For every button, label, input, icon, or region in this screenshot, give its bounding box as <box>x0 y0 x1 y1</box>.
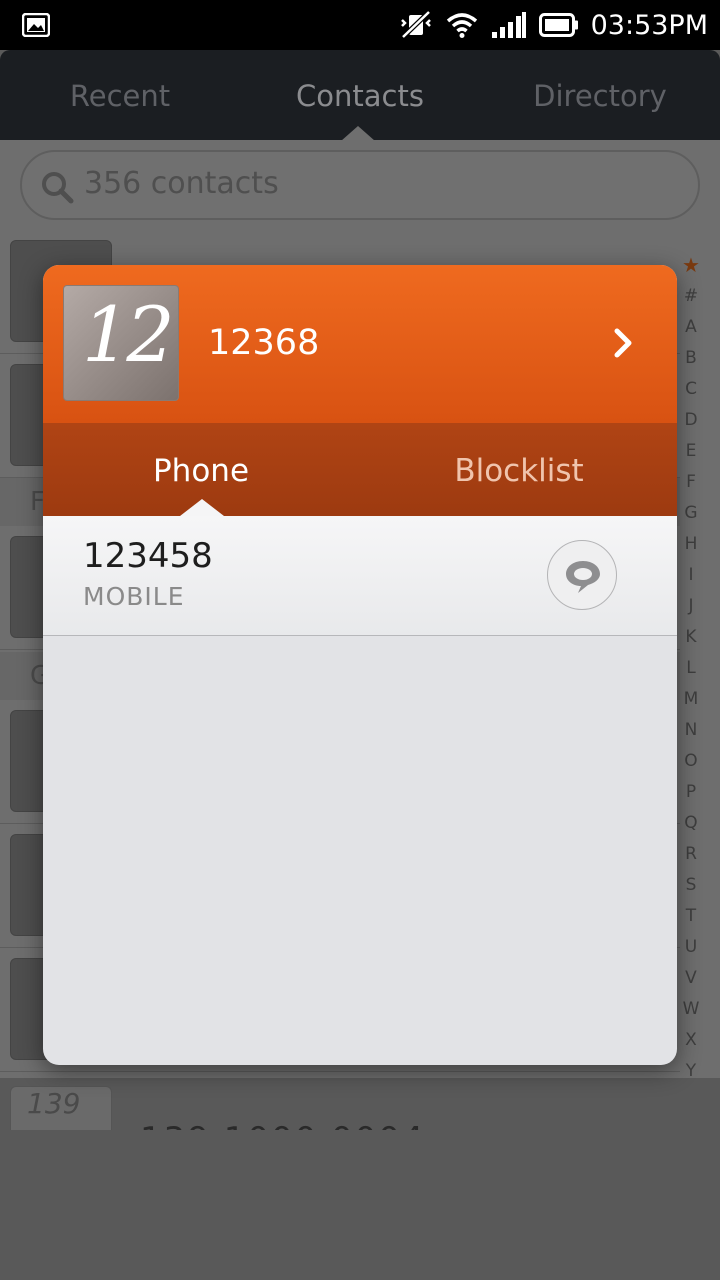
search-icon <box>42 172 74 204</box>
card-header[interactable]: 12 12368 <box>43 265 677 423</box>
message-bubble-icon <box>566 561 600 593</box>
phone-number: 123458 <box>83 536 213 576</box>
alpha-index-letter[interactable]: R <box>676 839 706 870</box>
alpha-index-letter[interactable]: M <box>676 684 706 715</box>
contact-name: 12368 <box>208 323 320 363</box>
alpha-index-letter[interactable]: L <box>676 653 706 684</box>
alpha-index-letter[interactable]: D <box>676 405 706 436</box>
alpha-index-letter[interactable]: H <box>676 529 706 560</box>
contact-number: 139 1000 0004 <box>140 1120 426 1130</box>
alpha-index-letter[interactable]: V <box>676 963 706 994</box>
alpha-index-letter[interactable]: U <box>676 932 706 963</box>
signal-icon <box>491 12 526 38</box>
quick-contact-card: 12 12368 Phone Blocklist 123458 MOBILE <box>43 265 677 1065</box>
alpha-index-letter[interactable]: S <box>676 870 706 901</box>
alpha-index-letter[interactable]: O <box>676 746 706 777</box>
alpha-index-letter[interactable]: # <box>676 281 706 312</box>
card-tab-bar: Phone Blocklist <box>43 423 677 516</box>
alpha-index-letter[interactable]: J <box>676 591 706 622</box>
active-tab-pointer <box>341 126 375 141</box>
alpha-index-favorites[interactable]: ★ <box>676 250 706 281</box>
avatar-initials: 12 <box>82 290 175 379</box>
clock: 03:53PM <box>590 9 708 41</box>
search-placeholder: 356 contacts <box>84 166 279 201</box>
status-bar: 03:53PM <box>0 0 720 50</box>
chevron-right-icon[interactable] <box>613 327 635 359</box>
tab-blocklist[interactable]: Blocklist <box>419 423 619 516</box>
alpha-index-letter[interactable]: T <box>676 901 706 932</box>
alpha-index-letter[interactable]: G <box>676 498 706 529</box>
alphabet-index[interactable]: ★ # A B C D E F G H I J K L M N O P Q R … <box>676 250 706 1130</box>
alpha-index-letter[interactable]: A <box>676 312 706 343</box>
battery-icon <box>538 13 578 37</box>
alpha-index-letter[interactable]: E <box>676 436 706 467</box>
alpha-index-letter[interactable]: N <box>676 715 706 746</box>
alpha-index-letter[interactable]: K <box>676 622 706 653</box>
alpha-index-letter[interactable]: C <box>676 374 706 405</box>
avatar: 139 <box>10 1086 112 1130</box>
alpha-index-letter[interactable]: F <box>676 467 706 498</box>
alpha-index-letter[interactable]: I <box>676 560 706 591</box>
top-tab-bar: Recent Contacts Directory <box>0 50 720 141</box>
phone-entry[interactable]: 123458 MOBILE <box>43 516 677 636</box>
search-input[interactable]: 356 contacts <box>20 150 700 220</box>
alpha-index-letter[interactable]: P <box>676 777 706 808</box>
tab-recent[interactable]: Recent <box>20 50 220 140</box>
phone-type: MOBILE <box>83 582 185 611</box>
vibrate-off-icon <box>400 10 431 39</box>
image-notification-icon <box>22 13 50 37</box>
alpha-index-letter[interactable]: Q <box>676 808 706 839</box>
contact-avatar: 12 <box>63 285 179 401</box>
active-tab-pointer <box>180 499 224 516</box>
tab-directory[interactable]: Directory <box>500 50 700 140</box>
alpha-index-letter[interactable]: B <box>676 343 706 374</box>
alpha-index-letter[interactable]: X <box>676 1025 706 1056</box>
wifi-icon <box>446 13 477 38</box>
alpha-index-letter[interactable]: W <box>676 994 706 1025</box>
send-message-button[interactable] <box>547 540 617 610</box>
